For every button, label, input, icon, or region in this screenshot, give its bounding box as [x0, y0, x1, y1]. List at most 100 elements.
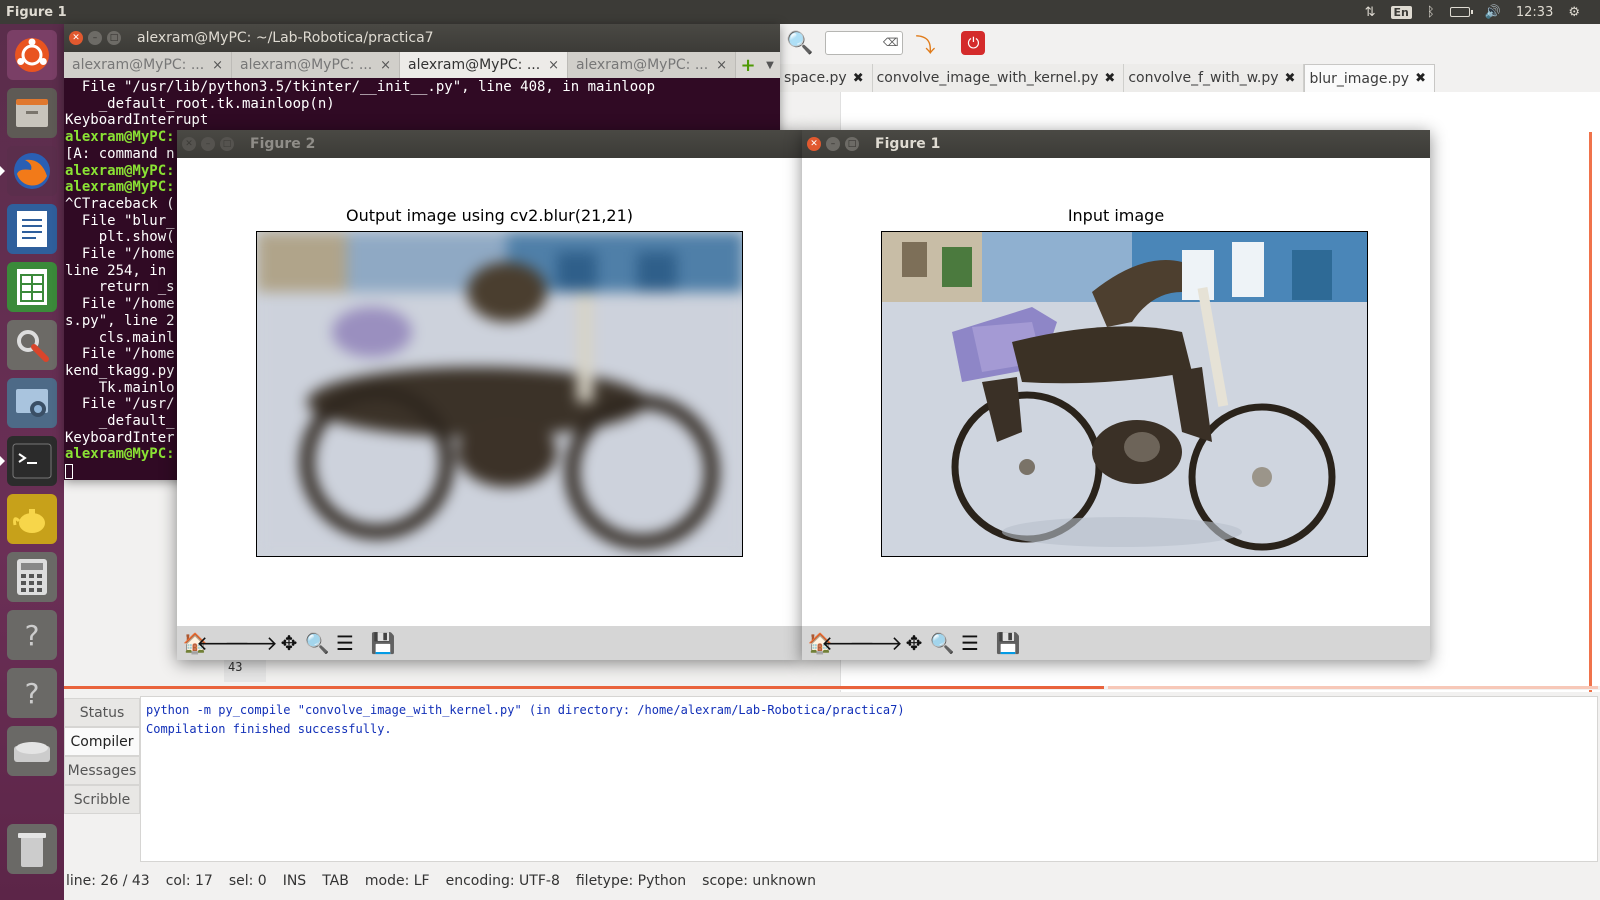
close-icon[interactable]: ✕ — [182, 137, 196, 151]
close-icon[interactable]: ✖ — [1104, 71, 1115, 86]
compiler-output-line[interactable]: python -m py_compile "convolve_image_wit… — [146, 701, 1592, 720]
compiler-output[interactable]: python -m py_compile "convolve_image_wit… — [140, 696, 1598, 862]
figure-2-canvas[interactable]: Output image using cv2.blur(21,21) — [177, 158, 802, 628]
doc-tab-blur-image[interactable]: blur_image.py ✖ — [1304, 64, 1435, 92]
tab-menu-icon[interactable]: ▼ — [760, 52, 780, 78]
clock[interactable]: 12:33 — [1516, 5, 1553, 20]
keyboard-layout-indicator[interactable]: En — [1390, 5, 1412, 19]
gear-icon[interactable]: ⚙ — [1568, 5, 1580, 20]
terminal-prompt: alexram@MyPC: — [65, 129, 175, 146]
configure-subplots-icon[interactable]: ☰ — [331, 629, 359, 657]
figure-1-canvas[interactable]: Input image — [802, 158, 1430, 628]
status-bar: line: 26 / 43 col: 17 sel: 0 INS TAB mod… — [64, 862, 1600, 900]
close-icon[interactable]: × — [548, 58, 559, 73]
search-icon[interactable]: 🔍 — [786, 31, 813, 56]
jump-to-line-icon[interactable]: ⤵ — [915, 29, 935, 58]
drive-icon[interactable] — [7, 726, 57, 776]
volume-icon[interactable]: 🔊 — [1485, 5, 1501, 20]
pane-splitter[interactable] — [64, 686, 1600, 690]
close-icon[interactable]: ✖ — [1285, 71, 1296, 86]
trash-icon[interactable] — [7, 824, 57, 874]
close-icon[interactable]: × — [380, 58, 391, 73]
close-icon[interactable]: × — [212, 58, 223, 73]
files-icon[interactable] — [7, 88, 57, 138]
scroll-indicator — [64, 686, 1104, 689]
search-input[interactable]: ⌫ — [825, 31, 904, 55]
terminal-tab[interactable]: alexram@MyPC: ... × — [232, 52, 400, 78]
figure-1-titlebar[interactable]: ✕ – □ Figure 1 — [802, 130, 1430, 158]
minimize-icon[interactable]: – — [826, 137, 840, 151]
terminal-title: alexram@MyPC: ~/Lab-Robotica/practica7 — [137, 30, 434, 46]
forward-arrow-icon[interactable]: 🡒 — [849, 629, 903, 657]
doc-tab-space[interactable]: space.py ✖ — [780, 64, 873, 92]
minimize-icon[interactable]: – — [201, 137, 215, 151]
close-icon[interactable]: ✕ — [807, 137, 821, 151]
save-icon[interactable]: 💾 — [369, 629, 397, 657]
figure-1-title: Figure 1 — [875, 136, 941, 152]
writer-icon[interactable] — [7, 204, 57, 254]
terminal-tab[interactable]: alexram@MyPC: ... × — [64, 52, 232, 78]
ubuntu-dash-icon[interactable] — [7, 30, 57, 80]
minimize-icon[interactable]: – — [88, 31, 102, 45]
terminal-tab[interactable]: alexram@MyPC: ... × — [400, 52, 568, 78]
firefox-icon[interactable] — [0, 146, 57, 196]
zoom-icon[interactable]: 🔍 — [928, 629, 956, 657]
forward-arrow-icon[interactable]: 🡒 — [224, 629, 278, 657]
battery-icon[interactable] — [1449, 7, 1473, 17]
tab-compiler[interactable]: Compiler — [64, 727, 140, 756]
clear-search-icon[interactable]: ⌫ — [883, 36, 899, 49]
tab-scribble[interactable]: Scribble — [64, 785, 140, 814]
terminal-prompt: alexram@MyPC: — [65, 446, 175, 463]
maximize-icon[interactable]: □ — [845, 137, 859, 151]
quit-button[interactable]: ⏻ — [961, 31, 986, 55]
close-icon[interactable]: × — [716, 58, 727, 73]
pan-icon[interactable]: ✥ — [275, 629, 303, 657]
figure-2-title: Figure 2 — [250, 136, 316, 152]
bluetooth-icon[interactable]: ᛒ — [1427, 5, 1435, 20]
active-app-title: Figure 1 — [6, 4, 67, 20]
terminal-titlebar[interactable]: ✕ – □ alexram@MyPC: ~/Lab-Robotica/pract… — [64, 24, 780, 52]
status-encoding: encoding: UTF-8 — [445, 873, 560, 889]
long-line-marker — [1589, 132, 1592, 692]
tab-messages[interactable]: Messages — [64, 756, 140, 785]
tab-status[interactable]: Status — [64, 698, 140, 727]
close-icon[interactable]: ✖ — [1415, 71, 1426, 86]
geany-document-tabs: space.py ✖ convolve_image_with_kernel.py ✖… — [780, 64, 1435, 92]
help-icon[interactable]: ? — [7, 668, 57, 718]
teapot-icon[interactable] — [7, 494, 57, 544]
figure-2-toolbar: 🏠 🡐 🡒 ✥ 🔍 ☰ 💾 — [177, 626, 802, 660]
terminal-tab[interactable]: alexram@MyPC: ... × — [568, 52, 736, 78]
compiler-output-line[interactable]: Compilation finished successfully. — [146, 720, 1592, 739]
configure-subplots-icon[interactable]: ☰ — [956, 629, 984, 657]
close-icon[interactable]: ✕ — [69, 31, 83, 45]
terminal-icon[interactable] — [0, 436, 57, 486]
blurred-image — [256, 231, 743, 557]
doc-tab-convolve-f-with-w[interactable]: convolve_f_with_w.py ✖ — [1124, 64, 1305, 92]
terminal-line: File "/usr/lib/python3.5/tkinter/__init_… — [65, 79, 656, 95]
terminal-prompt: alexram@MyPC: — [65, 162, 175, 179]
terminal-tab-label: alexram@MyPC: ... — [408, 57, 541, 73]
maximize-icon[interactable]: □ — [107, 31, 121, 45]
geany-toolbar: 🔍 ⌫ ⤵ ⏻ — [780, 24, 1600, 62]
calc-spreadsheet-icon[interactable] — [7, 262, 57, 312]
status-ins: INS — [282, 873, 307, 889]
doc-tab-convolve-image-with-kernel[interactable]: convolve_image_with_kernel.py ✖ — [872, 64, 1125, 92]
screenshot-icon[interactable] — [7, 378, 57, 428]
help-icon[interactable]: ? — [7, 610, 57, 660]
system-settings-icon[interactable] — [7, 320, 57, 370]
new-tab-icon[interactable]: + — [736, 52, 760, 78]
maximize-icon[interactable]: □ — [220, 137, 234, 151]
calculator-icon[interactable] — [7, 552, 57, 602]
save-icon[interactable]: 💾 — [994, 629, 1022, 657]
network-transfer-icon[interactable]: ⇅ — [1365, 5, 1376, 20]
figure-2-titlebar[interactable]: ✕ – □ Figure 2 — [177, 130, 802, 158]
status-line: line: 26 / 43 — [66, 873, 150, 889]
terminal-line: KeyboardInterrupt — [65, 112, 209, 129]
plot-title: Input image — [1067, 206, 1165, 225]
pan-icon[interactable]: ✥ — [900, 629, 928, 657]
message-tabs: Status Compiler Messages Scribble — [64, 698, 140, 814]
zoom-icon[interactable]: 🔍 — [303, 629, 331, 657]
terminal-prompt: alexram@MyPC: — [65, 179, 175, 196]
close-icon[interactable]: ✖ — [853, 71, 864, 86]
terminal-tabs: alexram@MyPC: ... × alexram@MyPC: ... × al… — [64, 52, 780, 78]
